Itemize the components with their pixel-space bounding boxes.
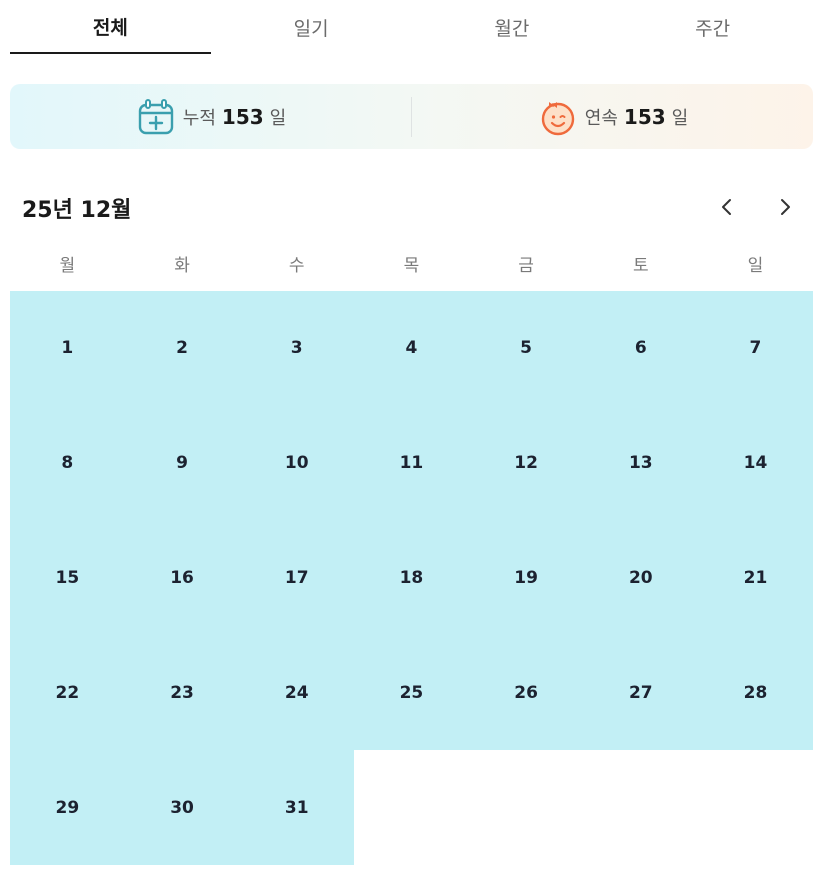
calendar-day[interactable]: 15 — [10, 520, 125, 636]
cumulative-stat: 누적 153 일 — [10, 84, 411, 149]
weekday-wed: 수 — [288, 256, 305, 276]
calendar-day[interactable]: 10 — [239, 405, 355, 521]
calendar-day[interactable]: 26 — [468, 635, 584, 751]
chevron-right-icon — [781, 199, 790, 215]
calendar-day[interactable]: 28 — [698, 635, 813, 751]
calendar-day[interactable]: 21 — [698, 520, 813, 636]
calendar-day[interactable]: 7 — [698, 291, 813, 406]
calendar-day[interactable]: 14 — [698, 405, 813, 521]
calendar-day[interactable]: 30 — [124, 750, 240, 865]
calendar-day[interactable]: 6 — [583, 291, 699, 406]
calendar-day[interactable]: 9 — [124, 405, 240, 521]
streak-stat: 연속 153 일 — [412, 84, 813, 149]
calendar-day[interactable]: 18 — [354, 520, 469, 636]
stats-banner: 누적 153 일 연속 153 일 — [10, 84, 813, 149]
calendar-week: 22 23 24 25 26 27 28 — [10, 635, 813, 751]
calendar-day[interactable]: 20 — [583, 520, 699, 636]
calendar-day[interactable]: 8 — [10, 405, 125, 521]
calendar-day[interactable]: 22 — [10, 635, 125, 751]
streak-unit: 일 — [671, 107, 689, 129]
calendar-plus-icon — [135, 96, 177, 138]
calendar-day[interactable]: 24 — [239, 635, 355, 751]
weekday-fri: 금 — [518, 256, 534, 276]
weekday-mon: 월 — [59, 256, 76, 276]
month-title: 25년 12월 — [22, 198, 132, 223]
weekday-sat: 토 — [632, 256, 649, 276]
calendar-week: 1234567 — [10, 291, 813, 406]
calendar-day[interactable]: 2 — [124, 291, 240, 406]
calendar-empty-cell — [469, 750, 584, 865]
calendar-day[interactable]: 29 — [10, 750, 125, 865]
calendar-day[interactable]: 1 — [10, 291, 125, 406]
calendar-empty-cell — [354, 750, 469, 865]
calendar-day[interactable]: 17 — [239, 520, 355, 636]
streak-label: 연속 — [584, 107, 618, 129]
calendar-day[interactable]: 3 — [239, 291, 355, 406]
calendar-empty-cell — [583, 750, 698, 865]
calendar-week: 15 16 17 18 19 20 21 — [10, 520, 813, 636]
tab-monthly[interactable]: 월간 — [412, 0, 613, 54]
tab-weekly[interactable]: 주간 — [612, 0, 813, 54]
weekday-header: 월 화 수 목 금 토 일 — [10, 248, 813, 284]
cumulative-value: 153 — [221, 104, 264, 129]
calendar-empty-cell — [698, 750, 813, 865]
cumulative-unit: 일 — [269, 107, 287, 129]
calendar-day[interactable]: 5 — [468, 291, 584, 406]
streak-value: 153 — [623, 104, 666, 129]
calendar-day[interactable]: 31 — [239, 750, 355, 865]
chevron-left-icon — [722, 199, 731, 215]
calendar-week: 8 9 10 11 12 13 14 — [10, 405, 813, 521]
calendar-grid: 1 2 3 4 5 6 7 8 9 10 11 12 13 14 15 16 17 18 19 20 21 22 23 24 2… — [10, 291, 813, 865]
calendar-day[interactable]: 11 — [354, 405, 469, 521]
calendar-day[interactable]: 12 — [468, 405, 584, 521]
smiley-face-icon — [537, 96, 579, 138]
cumulative-label: 누적 — [182, 107, 216, 129]
calendar-day[interactable]: 27 — [583, 635, 699, 751]
weekday-thu: 목 — [403, 256, 420, 276]
calendar-day[interactable]: 23 — [124, 635, 240, 751]
tab-bar: 전체 일기 월간 주간 — [10, 0, 813, 56]
calendar-day[interactable]: 19 — [468, 520, 584, 636]
tab-all[interactable]: 전체 — [10, 0, 211, 54]
next-month-button[interactable] — [768, 190, 802, 224]
calendar-day[interactable]: 25 — [354, 635, 469, 751]
calendar-week: 29 30 31 — [10, 750, 813, 865]
tab-diary[interactable]: 일기 — [211, 0, 412, 54]
calendar-day[interactable]: 4 — [354, 291, 469, 406]
prev-month-button[interactable] — [710, 190, 744, 224]
weekday-tue: 화 — [174, 256, 190, 276]
calendar-day[interactable]: 13 — [583, 405, 699, 521]
weekday-sun: 일 — [747, 256, 764, 276]
calendar-day[interactable]: 16 — [124, 520, 240, 636]
